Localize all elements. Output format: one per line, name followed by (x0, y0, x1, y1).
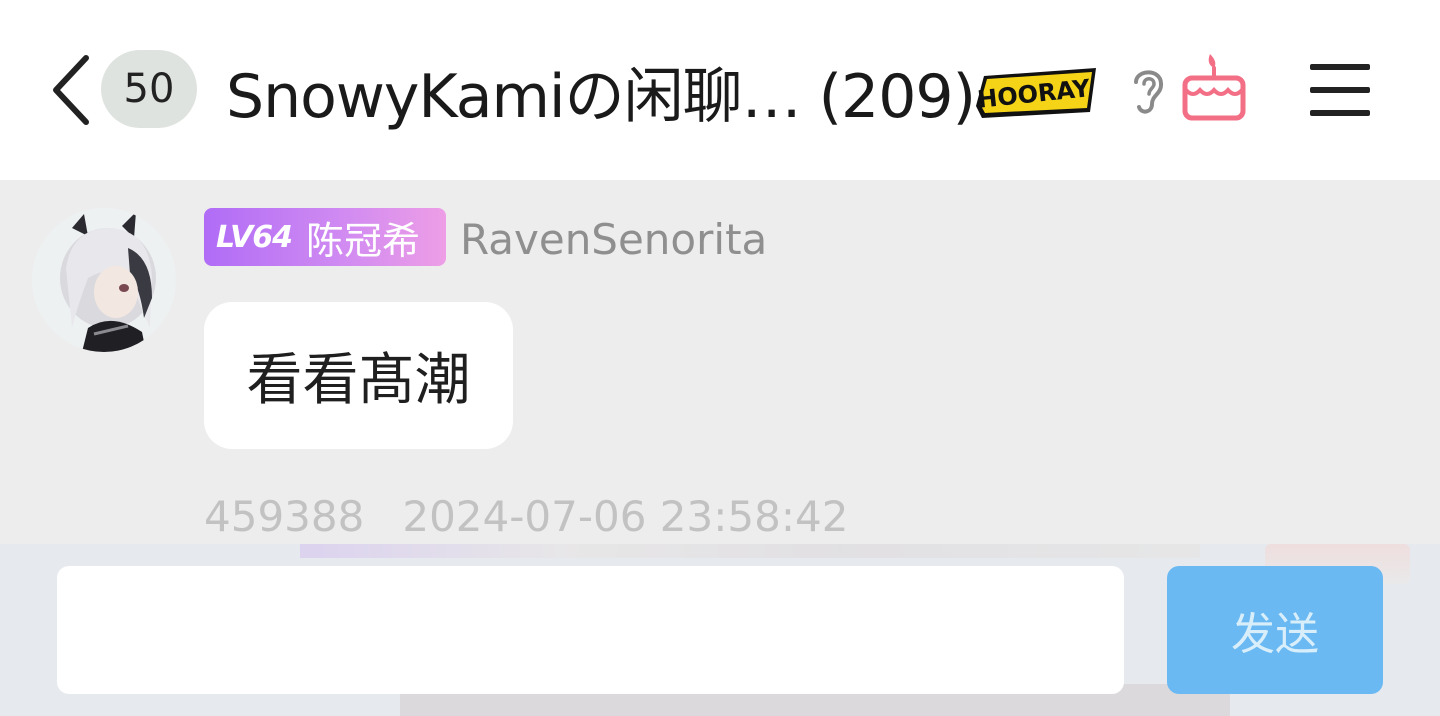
message-timestamp: 2024-07-06 23:58:42 (402, 491, 849, 541)
blurred-background-strip (300, 544, 1200, 558)
chevron-left-icon (53, 55, 89, 125)
cake-icon[interactable] (1180, 52, 1248, 122)
avatar-image (32, 208, 176, 352)
back-button[interactable] (40, 50, 100, 130)
send-button[interactable]: 发送 (1167, 566, 1383, 694)
message-input[interactable] (57, 566, 1124, 694)
message-meta: 459388 2024-07-06 23:58:42 (204, 490, 848, 542)
level-text: LV64 (216, 219, 293, 255)
chat-title: SnowyKamiの闲聊… (209) (226, 61, 976, 132)
level-badge: LV64 陈冠希 (204, 208, 446, 266)
chat-header: 50 SnowyKamiの闲聊… (209) HOORAY (0, 0, 1440, 180)
message-id: 459388 (204, 491, 365, 541)
nickname-title: 陈冠希 (305, 218, 420, 263)
user-avatar[interactable] (32, 208, 176, 352)
hamburger-menu-icon[interactable] (1308, 62, 1372, 118)
message-bubble[interactable]: 看看髙潮 (204, 302, 513, 449)
composer-bar: 发送 (0, 544, 1440, 716)
hooray-sticker-icon: HOORAY (976, 68, 1096, 118)
unread-count-badge[interactable]: 50 (101, 50, 197, 128)
ear-icon[interactable] (1128, 64, 1168, 116)
sender-username[interactable]: RavenSenorita (460, 210, 767, 268)
